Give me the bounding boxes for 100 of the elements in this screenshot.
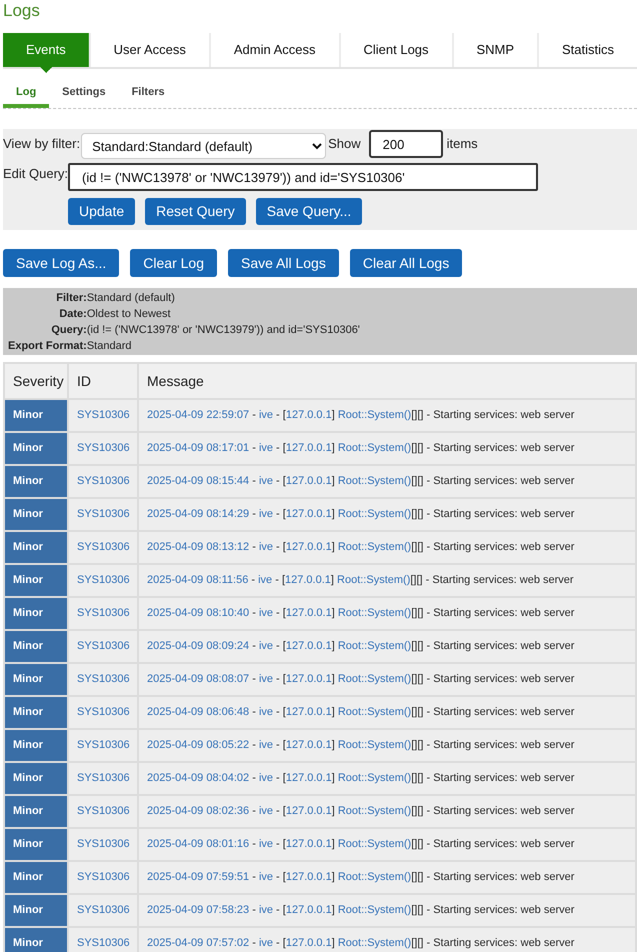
user-link[interactable]: ive <box>258 871 273 884</box>
source-link[interactable]: Root::System() <box>338 937 412 950</box>
source-link[interactable]: Root::System() <box>338 805 412 818</box>
log-message: 2025-04-09 08:13:12 - ive - [127.0.0.1] Root::System()[][] - Starting services: web server <box>147 541 574 554</box>
source-link[interactable]: Root::System() <box>337 574 410 586</box>
user-link[interactable]: ive <box>258 706 273 718</box>
source-link[interactable]: Root::System() <box>338 508 412 520</box>
timestamp-link[interactable]: 2025-04-09 07:59:51 <box>147 871 250 884</box>
timestamp-link[interactable]: 2025-04-09 08:05:22 <box>147 739 250 752</box>
source-link[interactable]: Root::System() <box>338 409 412 422</box>
user-link[interactable]: ive <box>258 739 273 752</box>
timestamp-link[interactable]: 2025-04-09 22:59:07 <box>147 409 250 422</box>
source-link[interactable]: Root::System() <box>338 673 412 686</box>
ip-address-link[interactable]: 127.0.0.1 <box>286 904 332 916</box>
log-button[interactable]: Clear All Logs <box>350 249 462 277</box>
ip-address-link[interactable]: 127.0.0.1 <box>286 442 332 454</box>
ip-address-link[interactable]: 127.0.0.1 <box>286 706 332 718</box>
timestamp-link[interactable]: 2025-04-09 08:06:48 <box>147 706 250 718</box>
timestamp-link[interactable]: 2025-04-09 08:01:16 <box>147 838 250 850</box>
ip-address-link[interactable]: 127.0.0.1 <box>286 607 332 620</box>
timestamp-link[interactable]: 2025-04-09 08:13:12 <box>147 541 250 554</box>
user-link[interactable]: ive <box>258 772 273 784</box>
tab[interactable]: Admin Access <box>208 33 339 67</box>
ip-address-link[interactable]: 127.0.0.1 <box>286 409 332 422</box>
severity-cell: Minor <box>4 432 68 465</box>
timestamp-link[interactable]: 2025-04-09 07:58:23 <box>147 904 250 916</box>
sub-tab[interactable]: Settings <box>49 80 119 108</box>
ip-address-link[interactable]: 127.0.0.1 <box>286 475 332 488</box>
log-button[interactable]: Save All Logs <box>228 249 339 277</box>
severity-cell: Minor <box>4 597 68 630</box>
ip-address-link[interactable]: 127.0.0.1 <box>286 673 332 686</box>
user-link[interactable]: ive <box>258 475 273 488</box>
severity-cell: Minor <box>4 927 68 952</box>
ip-address-link[interactable]: 127.0.0.1 <box>286 805 332 818</box>
log-message: 2025-04-09 08:09:24 - ive - [127.0.0.1] Root::System()[][] - Starting services: web server <box>147 640 574 652</box>
user-link[interactable]: ive <box>258 937 273 950</box>
user-link[interactable]: ive <box>258 640 273 652</box>
user-link[interactable]: ive <box>258 508 273 520</box>
ip-address-link[interactable]: 127.0.0.1 <box>285 574 331 586</box>
tab[interactable]: Client Logs <box>338 33 452 67</box>
timestamp-link[interactable]: 2025-04-09 08:10:40 <box>147 607 250 620</box>
user-link[interactable]: ive <box>258 442 273 454</box>
timestamp-link[interactable]: 2025-04-09 08:15:44 <box>147 475 250 488</box>
user-link[interactable]: ive <box>258 409 273 422</box>
source-link[interactable]: Root::System() <box>338 607 412 620</box>
user-link[interactable]: ive <box>258 838 273 850</box>
severity-cell: Minor <box>4 564 68 597</box>
timestamp-link[interactable]: 2025-04-09 08:11:56 <box>147 574 248 586</box>
tab[interactable]: Statistics <box>537 33 637 67</box>
column-header: ID <box>68 363 138 399</box>
timestamp-link[interactable]: 2025-04-09 08:09:24 <box>147 640 250 652</box>
user-link[interactable]: ive <box>258 904 273 916</box>
source-link[interactable]: Root::System() <box>338 442 412 454</box>
items-count-field[interactable]: 200 <box>368 130 443 158</box>
tab[interactable]: User Access <box>88 33 209 67</box>
source-link[interactable]: Root::System() <box>338 739 412 752</box>
filter-select[interactable]: Standard:Standard (default) <box>81 133 326 159</box>
log-button[interactable]: Save Log As... <box>3 249 120 277</box>
user-link[interactable]: ive <box>258 574 272 586</box>
source-link[interactable]: Root::System() <box>338 541 412 554</box>
source-link[interactable]: Root::System() <box>338 475 412 488</box>
summary-label: Filter: <box>56 291 87 306</box>
source-link[interactable]: Root::System() <box>338 838 412 850</box>
tab[interactable]: Events <box>3 33 89 73</box>
ip-address-link[interactable]: 127.0.0.1 <box>286 871 332 884</box>
tab[interactable]: SNMP <box>452 33 538 67</box>
edit-query-label: Edit Query: <box>3 165 68 183</box>
query-button[interactable]: Reset Query <box>145 198 246 225</box>
source-link[interactable]: Root::System() <box>338 706 412 718</box>
page-title: Logs <box>3 0 41 22</box>
query-field[interactable]: (id != ('NWC13978' or 'NWC13979')) and id='SYS10306' <box>68 163 538 191</box>
ip-address-link[interactable]: 127.0.0.1 <box>286 838 332 850</box>
view-by-filter-label: View by filter: <box>3 135 80 154</box>
timestamp-link[interactable]: 2025-04-09 07:57:02 <box>147 937 250 950</box>
query-button[interactable]: Save Query... <box>256 198 362 225</box>
user-link[interactable]: ive <box>258 673 273 686</box>
severity-cell: Minor <box>4 399 68 432</box>
timestamp-link[interactable]: 2025-04-09 08:14:29 <box>147 508 250 520</box>
timestamp-link[interactable]: 2025-04-09 08:17:01 <box>147 442 250 454</box>
timestamp-link[interactable]: 2025-04-09 08:02:36 <box>147 805 250 818</box>
log-button[interactable]: Clear Log <box>130 249 217 277</box>
source-link[interactable]: Root::System() <box>338 904 412 916</box>
log-message: 2025-04-09 08:02:36 - ive - [127.0.0.1] Root::System()[][] - Starting services: web server <box>147 805 574 818</box>
user-link[interactable]: ive <box>258 607 273 620</box>
ip-address-link[interactable]: 127.0.0.1 <box>286 508 332 520</box>
timestamp-link[interactable]: 2025-04-09 08:08:07 <box>147 673 250 686</box>
user-link[interactable]: ive <box>258 805 273 818</box>
ip-address-link[interactable]: 127.0.0.1 <box>286 937 332 950</box>
source-link[interactable]: Root::System() <box>338 871 412 884</box>
ip-address-link[interactable]: 127.0.0.1 <box>286 739 332 752</box>
source-link[interactable]: Root::System() <box>338 772 412 784</box>
ip-address-link[interactable]: 127.0.0.1 <box>286 772 332 784</box>
sub-tab[interactable]: Filters <box>118 80 178 108</box>
ip-address-link[interactable]: 127.0.0.1 <box>286 541 332 554</box>
source-link[interactable]: Root::System() <box>338 640 412 652</box>
timestamp-link[interactable]: 2025-04-09 08:04:02 <box>147 772 250 784</box>
query-button[interactable]: Update <box>68 198 136 225</box>
user-link[interactable]: ive <box>258 541 273 554</box>
sub-tab[interactable]: Log <box>3 80 50 108</box>
ip-address-link[interactable]: 127.0.0.1 <box>286 640 332 652</box>
